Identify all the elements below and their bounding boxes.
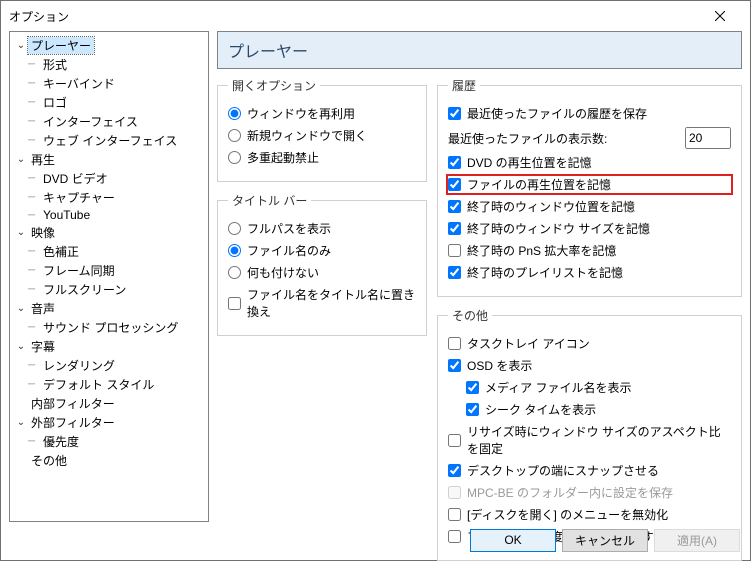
- other-legend: その他: [448, 307, 492, 324]
- nav-tree[interactable]: ⌄プレーヤー形式キーバインドロゴインターフェイスウェブ インターフェイス⌄再生D…: [9, 31, 209, 522]
- tree-parent[interactable]: ⌄再生: [12, 150, 206, 169]
- tree-parent[interactable]: その他: [12, 451, 206, 470]
- tree-parent[interactable]: ⌄プレーヤー: [12, 36, 206, 55]
- check-remember-file-pos[interactable]: ファイルの再生位置を記憶: [448, 176, 731, 193]
- open-options-group: 開くオプション ウィンドウを再利用 新規ウィンドウで開く 多重起動禁止: [217, 77, 427, 182]
- tree-child[interactable]: サウンド プロセッシング: [12, 318, 206, 337]
- check-seek-time[interactable]: シーク タイムを表示: [448, 401, 731, 418]
- check-remember-pns[interactable]: 終了時の PnS 拡大率を記憶: [448, 242, 731, 259]
- tree-child[interactable]: ロゴ: [12, 93, 206, 112]
- close-icon: [715, 11, 725, 21]
- titlebar-legend: タイトル バー: [228, 192, 311, 209]
- tree-child[interactable]: 優先度: [12, 432, 206, 451]
- radio-single-instance[interactable]: 多重起動禁止: [228, 149, 416, 166]
- radio-new-window[interactable]: 新規ウィンドウで開く: [228, 127, 416, 144]
- tree-child[interactable]: 色補正: [12, 242, 206, 261]
- check-tray-icon[interactable]: タスクトレイ アイコン: [448, 335, 731, 352]
- radio-reuse-window[interactable]: ウィンドウを再利用: [228, 105, 416, 122]
- tree-parent[interactable]: ⌄字幕: [12, 337, 206, 356]
- tree-child[interactable]: レンダリング: [12, 356, 206, 375]
- display-count-label: 最近使ったファイルの表示数:: [448, 130, 607, 147]
- history-legend: 履歴: [448, 77, 480, 94]
- tree-parent[interactable]: 内部フィルター: [12, 394, 206, 413]
- tree-child[interactable]: フルスクリーン: [12, 280, 206, 299]
- ok-button[interactable]: OK: [470, 529, 556, 552]
- check-remember-window-pos[interactable]: 終了時のウィンドウ位置を記憶: [448, 198, 731, 215]
- check-remember-window-size[interactable]: 終了時のウィンドウ サイズを記憶: [448, 220, 731, 237]
- tree-child[interactable]: YouTube: [12, 207, 206, 223]
- radio-filename-only[interactable]: ファイル名のみ: [228, 242, 416, 259]
- check-keep-aspect[interactable]: リサイズ時にウィンドウ サイズのアスペクト比を固定: [448, 423, 731, 457]
- tree-child[interactable]: DVD ビデオ: [12, 169, 206, 188]
- tree-child[interactable]: ウェブ インターフェイス: [12, 131, 206, 150]
- check-snap-desktop[interactable]: デスクトップの端にスナップさせる: [448, 462, 731, 479]
- close-button[interactable]: [697, 1, 742, 31]
- tree-child[interactable]: 形式: [12, 55, 206, 74]
- tree-child[interactable]: インターフェイス: [12, 112, 206, 131]
- window-title: オプション: [9, 8, 697, 25]
- check-save-history[interactable]: 最近使ったファイルの履歴を保存: [448, 105, 731, 122]
- tree-child[interactable]: キャプチャー: [12, 188, 206, 207]
- tree-child[interactable]: フレーム同期: [12, 261, 206, 280]
- check-save-settings-folder: MPC-BE のフォルダー内に設定を保存: [448, 484, 731, 501]
- open-options-legend: 開くオプション: [228, 77, 320, 94]
- tree-parent[interactable]: ⌄音声: [12, 299, 206, 318]
- display-count-input[interactable]: [685, 127, 731, 149]
- apply-button[interactable]: 適用(A): [654, 529, 740, 552]
- tree-child[interactable]: デフォルト スタイル: [12, 375, 206, 394]
- tree-parent[interactable]: ⌄映像: [12, 223, 206, 242]
- check-media-filename[interactable]: メディア ファイル名を表示: [448, 379, 731, 396]
- history-group: 履歴 最近使ったファイルの履歴を保存 最近使ったファイルの表示数: DVD の再…: [437, 77, 742, 297]
- tree-parent[interactable]: ⌄外部フィルター: [12, 413, 206, 432]
- dialog-buttons: OK キャンセル 適用(A): [1, 520, 750, 560]
- titlebar-group: タイトル バー フルパスを表示 ファイル名のみ 何も付けない ファイル名をタイト…: [217, 192, 427, 336]
- check-replace-title[interactable]: ファイル名をタイトル名に置き換え: [228, 286, 416, 320]
- radio-nothing[interactable]: 何も付けない: [228, 264, 416, 281]
- cancel-button[interactable]: キャンセル: [562, 529, 648, 552]
- check-remember-dvd[interactable]: DVD の再生位置を記憶: [448, 154, 731, 171]
- radio-fullpath[interactable]: フルパスを表示: [228, 220, 416, 237]
- check-osd[interactable]: OSD を表示: [448, 357, 731, 374]
- panel-header: プレーヤー: [217, 31, 742, 69]
- check-remember-playlist[interactable]: 終了時のプレイリストを記憶: [448, 264, 731, 281]
- tree-child[interactable]: キーバインド: [12, 74, 206, 93]
- titlebar: オプション: [1, 1, 750, 31]
